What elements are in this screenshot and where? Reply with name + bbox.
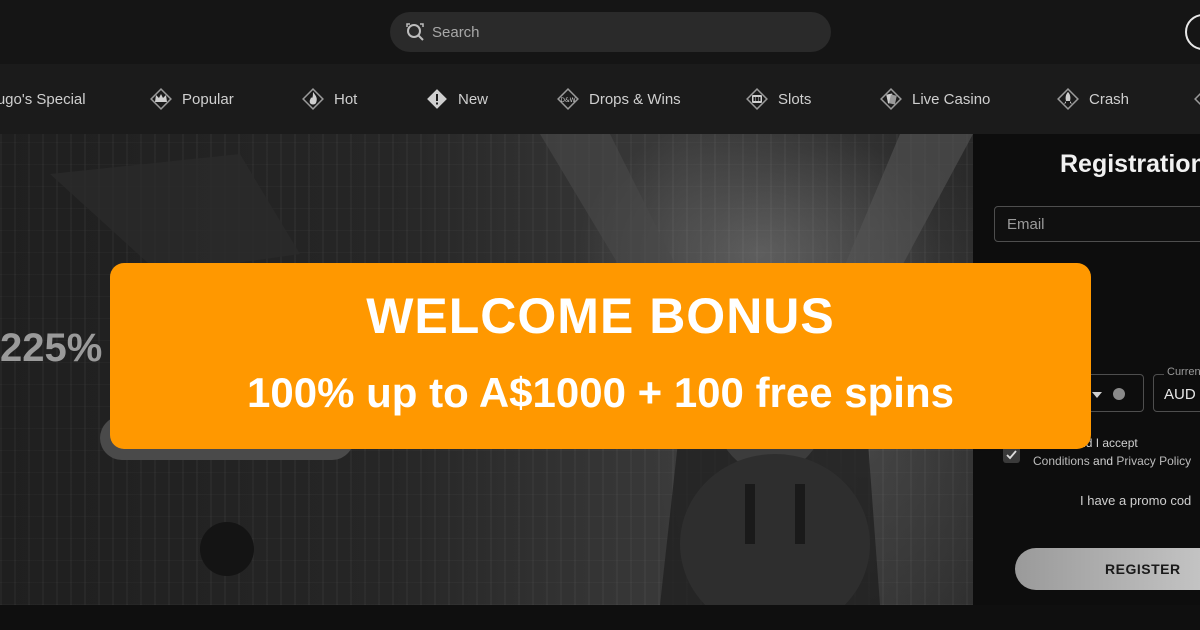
- footer-strip: [0, 605, 1200, 630]
- category-label: Crash: [1089, 90, 1130, 108]
- currency-value: AUD: [1164, 386, 1196, 403]
- exclamation-icon: [424, 86, 450, 112]
- search-icon: [404, 21, 426, 43]
- rocket-icon: [1055, 86, 1081, 112]
- category-label: Drops & Wins: [589, 90, 681, 108]
- promo-code-toggle[interactable]: I have a promo cod: [1080, 493, 1191, 508]
- account-button[interactable]: [1185, 14, 1200, 50]
- category-label: Popular: [182, 90, 234, 108]
- category-crash[interactable]: Crash: [1055, 64, 1129, 134]
- hero-bonus-percent: 225%: [0, 326, 103, 370]
- slot-machine-icon: [744, 86, 770, 112]
- category-more[interactable]: [1192, 64, 1200, 134]
- registration-title: Registration: [1060, 150, 1200, 178]
- category-popular[interactable]: Popular: [148, 64, 234, 134]
- top-bar: [0, 0, 1200, 64]
- category-new[interactable]: New: [424, 64, 488, 134]
- banner-offer: 100% up to A$1000 + 100 free spins: [247, 369, 954, 416]
- crown-icon: [148, 86, 174, 112]
- clear-icon[interactable]: [1113, 388, 1125, 400]
- category-label: Hot: [334, 90, 358, 108]
- banner-title: WELCOME BONUS: [366, 288, 835, 344]
- category-slots[interactable]: Slots: [744, 64, 811, 134]
- category-drops-wins[interactable]: D&W Drops & Wins: [555, 64, 681, 134]
- diamond-icon: [1192, 86, 1200, 112]
- category-hot[interactable]: Hot: [300, 64, 357, 134]
- welcome-bonus-banner: WELCOME BONUS 100% up to A$1000 + 100 fr…: [110, 263, 1091, 449]
- email-field[interactable]: [994, 206, 1200, 242]
- flame-icon: [300, 86, 326, 112]
- svg-text:D&W: D&W: [560, 97, 575, 104]
- category-label: New: [458, 90, 489, 108]
- terms-conditions-link[interactable]: Conditions: [1033, 454, 1090, 468]
- register-button[interactable]: REGISTER: [1015, 548, 1200, 590]
- category-nav: Hugo's Special Popular Hot New D&W Drops…: [0, 64, 1200, 134]
- privacy-policy-link[interactable]: Privacy Policy: [1116, 454, 1191, 468]
- category-label: Slots: [778, 90, 812, 108]
- search-input[interactable]: [432, 23, 792, 41]
- chevron-down-icon[interactable]: [1092, 392, 1102, 398]
- category-hugos-special[interactable]: Hugo's Special: [0, 64, 86, 134]
- checkmark-icon: [1006, 450, 1017, 460]
- drops-wins-icon: D&W: [555, 86, 581, 112]
- currency-label: Currency: [1164, 366, 1200, 378]
- category-label: Live Casino: [912, 90, 991, 108]
- terms-and: and: [1093, 454, 1114, 468]
- search-bar[interactable]: [390, 12, 831, 52]
- category-label: Hugo's Special: [0, 90, 86, 108]
- category-live-casino[interactable]: Live Casino: [878, 64, 990, 134]
- hero-decor-circle: [200, 522, 254, 576]
- cards-icon: [878, 86, 904, 112]
